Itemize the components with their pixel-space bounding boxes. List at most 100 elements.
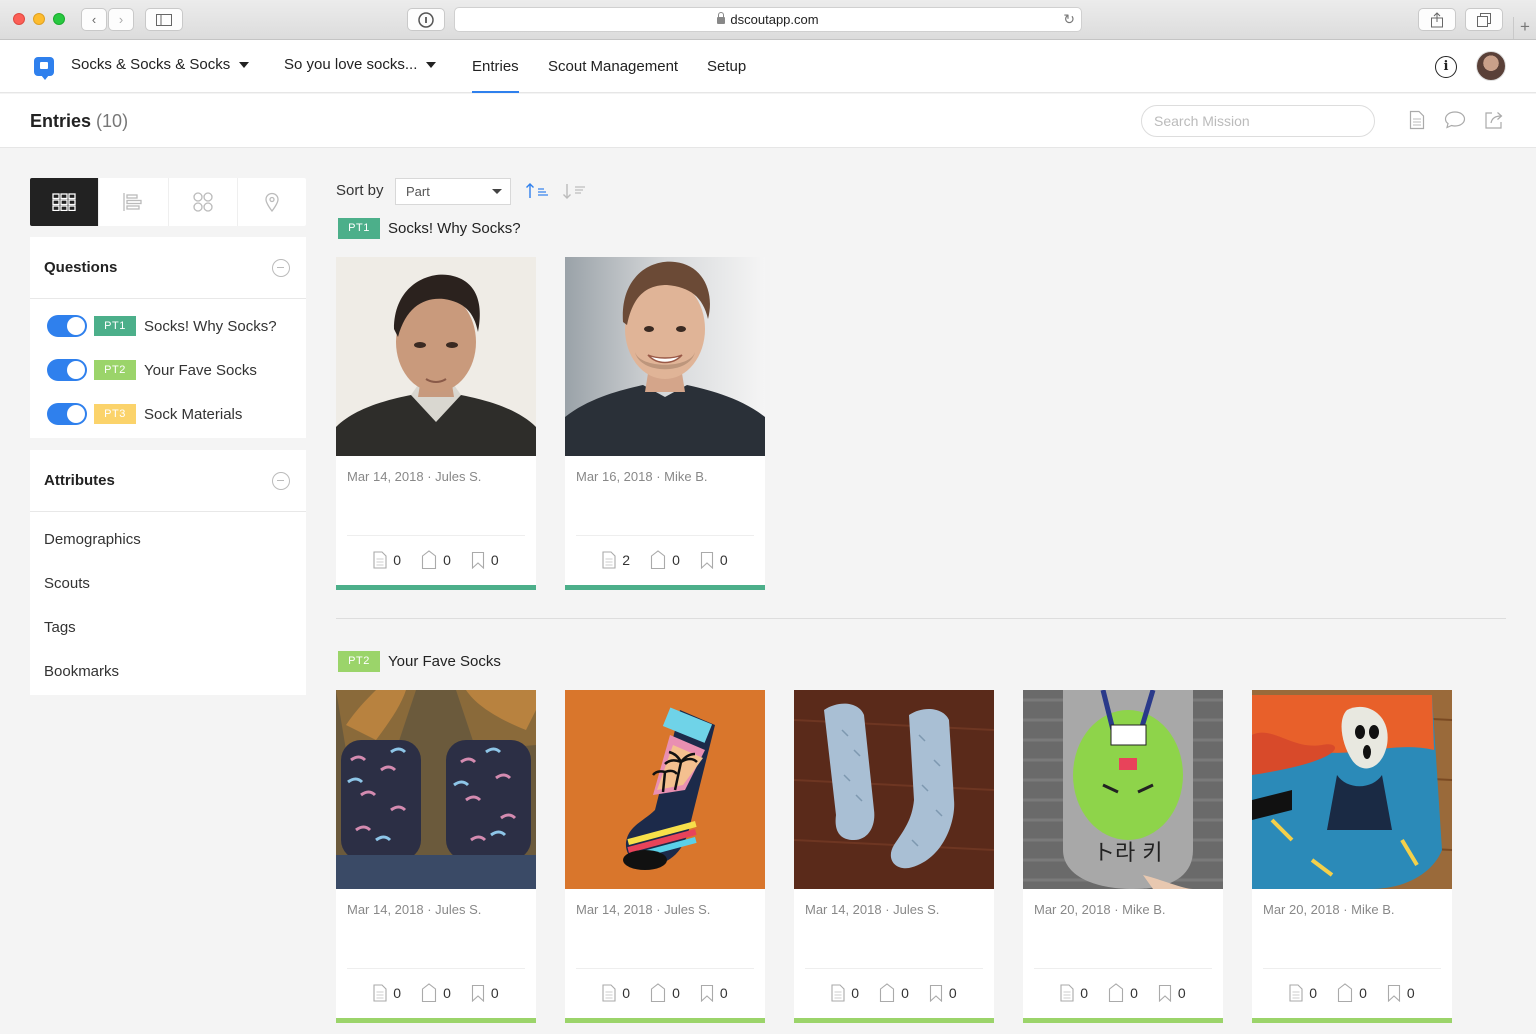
caret-down-icon (492, 189, 502, 194)
clips-count[interactable]: 0 (421, 550, 451, 570)
clips-count[interactable]: 0 (650, 983, 680, 1003)
sort-ascending-icon[interactable] (525, 182, 551, 200)
part-color-bar (336, 1018, 536, 1023)
caret-down-icon (426, 61, 437, 68)
comment-icon[interactable] (1444, 110, 1466, 130)
entry-thumbnail-green-character-sock[interactable]: ト라 키 (1023, 690, 1223, 889)
entry-card[interactable]: Mar 16, 2018 · Mike B. 2 0 0 (565, 257, 765, 590)
part-badge: PT1 (94, 316, 136, 336)
entry-card[interactable]: ト라 키 Mar 20, 2018 · Mike B. 0 0 0 (1023, 690, 1223, 1023)
collapse-minus-icon[interactable] (272, 471, 290, 490)
clips-count[interactable]: 0 (421, 983, 451, 1003)
tabs-icon (1477, 12, 1491, 27)
entry-thumbnail-socks-on-feet[interactable] (336, 690, 536, 889)
address-bar[interactable]: dscoutapp.com ↻ (454, 7, 1082, 32)
forward-button[interactable]: › (108, 8, 134, 31)
notes-count[interactable]: 0 (373, 983, 401, 1003)
question-label: Your Fave Socks (144, 361, 257, 379)
bookmark-icon (1387, 984, 1400, 1002)
sort-select[interactable]: Part (395, 178, 511, 205)
section-title: Socks! Why Socks? (388, 220, 521, 237)
nav-link-scout-management[interactable]: Scout Management (548, 58, 678, 75)
notes-count-value: 0 (393, 985, 402, 1001)
entry-thumbnail-palm-tree-sock[interactable] (565, 690, 765, 889)
collapse-minus-icon[interactable] (272, 258, 290, 277)
attribute-item-demographics[interactable]: Demographics (30, 517, 306, 561)
clips-count[interactable]: 0 (1337, 983, 1367, 1003)
zoom-window-button[interactable] (53, 13, 65, 25)
new-tab-button[interactable]: + (1513, 17, 1536, 39)
privacy-report-button[interactable] (407, 8, 445, 31)
sort-descending-icon[interactable] (562, 182, 588, 200)
notes-count-value: 0 (622, 985, 631, 1001)
mission-dropdown[interactable]: So you love socks... (284, 56, 437, 73)
grid-icon (52, 193, 76, 211)
question-toggle[interactable] (47, 403, 87, 425)
tag-icon (422, 550, 437, 570)
clips-count[interactable]: 0 (1108, 983, 1138, 1003)
back-button[interactable]: ‹ (81, 8, 107, 31)
attributes-panel: Attributes Demographics Scouts Tags Book… (30, 450, 306, 695)
attribute-item-tags[interactable]: Tags (30, 605, 306, 649)
minimize-window-button[interactable] (33, 13, 45, 25)
note-icon (602, 984, 616, 1002)
bookmarks-count[interactable]: 0 (700, 983, 728, 1003)
notes-count[interactable]: 0 (602, 983, 630, 1003)
user-avatar[interactable] (1476, 51, 1506, 81)
tab-map-view[interactable] (238, 178, 306, 226)
entry-card[interactable]: Mar 14, 2018 · Jules S. 0 0 0 (336, 690, 536, 1023)
entry-card[interactable]: Mar 14, 2018 · Jules S. 0 0 0 (336, 257, 536, 590)
bookmarks-count-value: 0 (490, 985, 499, 1001)
bookmarks-count[interactable]: 0 (471, 983, 499, 1003)
tab-list-view[interactable] (99, 178, 169, 226)
bookmarks-count[interactable]: 0 (1158, 983, 1186, 1003)
share-button[interactable] (1418, 8, 1456, 31)
entry-meta: Mar 20, 2018 · Mike B. (1034, 902, 1166, 917)
entry-card[interactable]: Mar 20, 2018 · Mike B. 0 0 0 (1252, 690, 1452, 1023)
tab-grid-view[interactable] (30, 178, 100, 226)
notes-count[interactable]: 2 (602, 550, 630, 570)
sidebar-toggle-button[interactable] (145, 8, 183, 31)
nav-link-setup[interactable]: Setup (707, 58, 746, 75)
clips-count[interactable]: 0 (879, 983, 909, 1003)
cluster-icon (192, 192, 213, 212)
question-toggle[interactable] (47, 359, 87, 381)
notes-count[interactable]: 0 (831, 983, 859, 1003)
entry-thumbnail-blue-socks-on-wood[interactable] (794, 690, 994, 889)
bookmark-icon (471, 984, 484, 1002)
project-dropdown[interactable]: Socks & Socks & Socks (71, 56, 250, 73)
document-icon[interactable] (1409, 110, 1425, 130)
part-badge: PT3 (94, 404, 136, 424)
clips-count[interactable]: 0 (650, 550, 680, 570)
info-icon[interactable]: i (1435, 56, 1457, 78)
entry-thumbnail-portrait-jules[interactable] (336, 257, 536, 456)
entry-card[interactable]: Mar 14, 2018 · Jules S. 0 0 0 (565, 690, 765, 1023)
bookmarks-count[interactable]: 0 (1387, 983, 1415, 1003)
note-icon (373, 551, 387, 569)
question-label: Sock Materials (144, 405, 243, 423)
bookmarks-count[interactable]: 0 (471, 550, 499, 570)
tab-cluster-view[interactable] (169, 178, 238, 226)
entry-thumbnail-portrait-mike[interactable] (565, 257, 765, 456)
attribute-item-bookmarks[interactable]: Bookmarks (30, 649, 306, 693)
reload-icon[interactable]: ↻ (1063, 11, 1075, 28)
notes-count[interactable]: 0 (1060, 983, 1088, 1003)
nav-link-entries[interactable]: Entries (472, 58, 519, 75)
note-icon (831, 984, 845, 1002)
dscout-logo-icon[interactable] (34, 57, 54, 80)
notes-count[interactable]: 0 (373, 550, 401, 570)
notes-count[interactable]: 0 (1289, 983, 1317, 1003)
attribute-item-scouts[interactable]: Scouts (30, 561, 306, 605)
search-mission-input[interactable] (1141, 105, 1375, 137)
divider (347, 535, 525, 536)
sort-selected-value: Part (406, 184, 430, 199)
tabs-overview-button[interactable] (1465, 8, 1503, 31)
bookmarks-count[interactable]: 0 (929, 983, 957, 1003)
question-toggle[interactable] (47, 315, 87, 337)
export-icon[interactable] (1484, 110, 1504, 130)
mission-name: So you love socks... (284, 56, 418, 73)
entry-card[interactable]: Mar 14, 2018 · Jules S. 0 0 0 (794, 690, 994, 1023)
entry-thumbnail-scream-painting-sock[interactable] (1252, 690, 1452, 889)
close-window-button[interactable] (13, 13, 25, 25)
bookmarks-count[interactable]: 0 (700, 550, 728, 570)
